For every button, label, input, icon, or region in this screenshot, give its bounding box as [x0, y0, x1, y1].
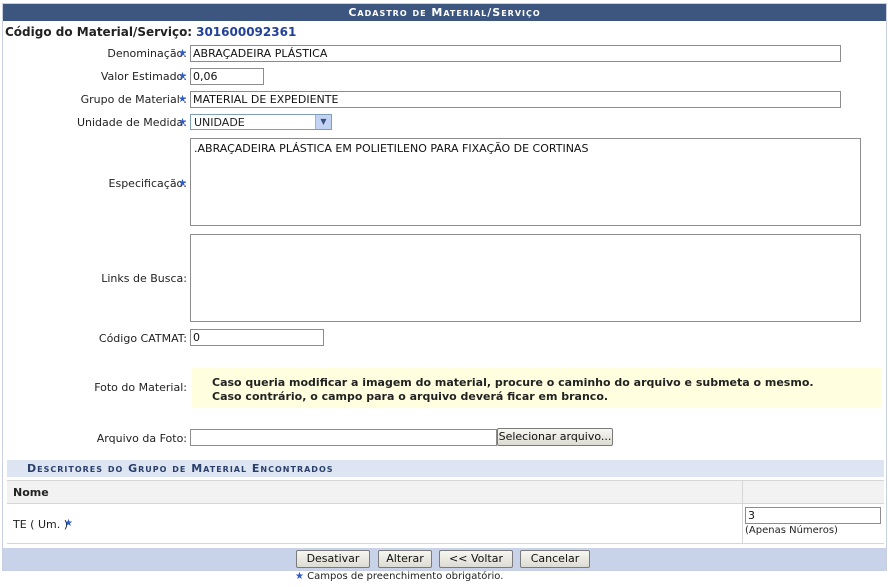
grupo-label: Grupo de Material :: [80, 93, 187, 106]
descritores-table-header: Nome: [7, 480, 884, 504]
footer-bar: Desativar Alterar << Voltar Cancelar: [3, 548, 886, 570]
required-star-icon: ★: [178, 48, 187, 59]
unidade-select-value: UNIDADE: [194, 116, 245, 129]
material-code-label: Código do Material/Serviço:: [5, 25, 193, 39]
unidade-select[interactable]: UNIDADE ▼: [190, 114, 332, 130]
chevron-down-icon[interactable]: ▼: [315, 115, 331, 129]
links-label: Links de Busca:: [101, 272, 187, 285]
especificacao-label: Especificação:: [108, 177, 187, 190]
valor-label: Valor Estimado:: [100, 70, 187, 83]
catmat-label: Código CATMAT:: [98, 332, 187, 345]
foto-note-line2: Caso contrário, o campo para o arquivo d…: [212, 390, 609, 403]
descritor-value-input[interactable]: 3: [745, 507, 881, 524]
foto-note-line1: Caso queria modificar a imagem do materi…: [212, 376, 814, 389]
column-nome: Nome: [13, 486, 49, 499]
material-code: Código do Material/Serviço: 301600092361: [5, 25, 296, 39]
catmat-input[interactable]: 0: [190, 329, 324, 346]
valor-input[interactable]: 0,06: [190, 68, 264, 85]
required-note-text: Campos de preenchimento obrigatório.: [307, 571, 504, 582]
grupo-input[interactable]: MATERIAL DE EXPEDIENTE: [190, 91, 841, 108]
links-textarea[interactable]: [190, 234, 861, 322]
arquivo-input[interactable]: [190, 429, 497, 446]
required-star-icon: ★: [295, 571, 304, 582]
table-row: TE ( Um. ) ★ 3 (Apenas Números): [7, 503, 884, 544]
required-star-icon: ★: [178, 178, 187, 189]
column-divider: [742, 481, 743, 503]
form-caption: Cadastro de Material/Serviço: [3, 4, 886, 21]
descritores-heading: Descritores do Grupo de Material Encontr…: [7, 460, 884, 477]
material-code-value: 301600092361: [196, 25, 297, 39]
desativar-button[interactable]: Desativar: [296, 550, 370, 568]
foto-note: Caso queria modificar a imagem do materi…: [192, 368, 882, 408]
voltar-button[interactable]: << Voltar: [439, 550, 513, 568]
descritor-hint: (Apenas Números): [745, 525, 838, 536]
arquivo-label: Arquivo da Foto:: [96, 432, 187, 445]
unidade-label: Unidade de Medida:: [76, 116, 187, 129]
descritor-name: TE ( Um. ): [13, 518, 69, 531]
column-divider: [742, 503, 743, 543]
required-star-icon: ★: [178, 117, 187, 128]
required-star-icon: ★: [178, 94, 187, 105]
required-star-icon: ★: [178, 71, 187, 82]
denominacao-input[interactable]: ABRAÇADEIRA PLÁSTICA: [190, 45, 841, 62]
especificacao-textarea[interactable]: .ABRAÇADEIRA PLÁSTICA EM POLIETILENO PAR…: [190, 138, 861, 226]
foto-label: Foto do Material:: [94, 381, 187, 394]
alterar-button[interactable]: Alterar: [378, 550, 432, 568]
select-file-button[interactable]: Selecionar arquivo...: [497, 428, 613, 446]
denominacao-label: Denominação:: [107, 47, 187, 60]
cancelar-button[interactable]: Cancelar: [520, 550, 590, 568]
required-note: ★ Campos de preenchimento obrigatório.: [295, 571, 503, 582]
required-star-icon: ★: [64, 518, 73, 529]
form-frame: Cadastro de Material/Serviço Código do M…: [2, 3, 887, 571]
